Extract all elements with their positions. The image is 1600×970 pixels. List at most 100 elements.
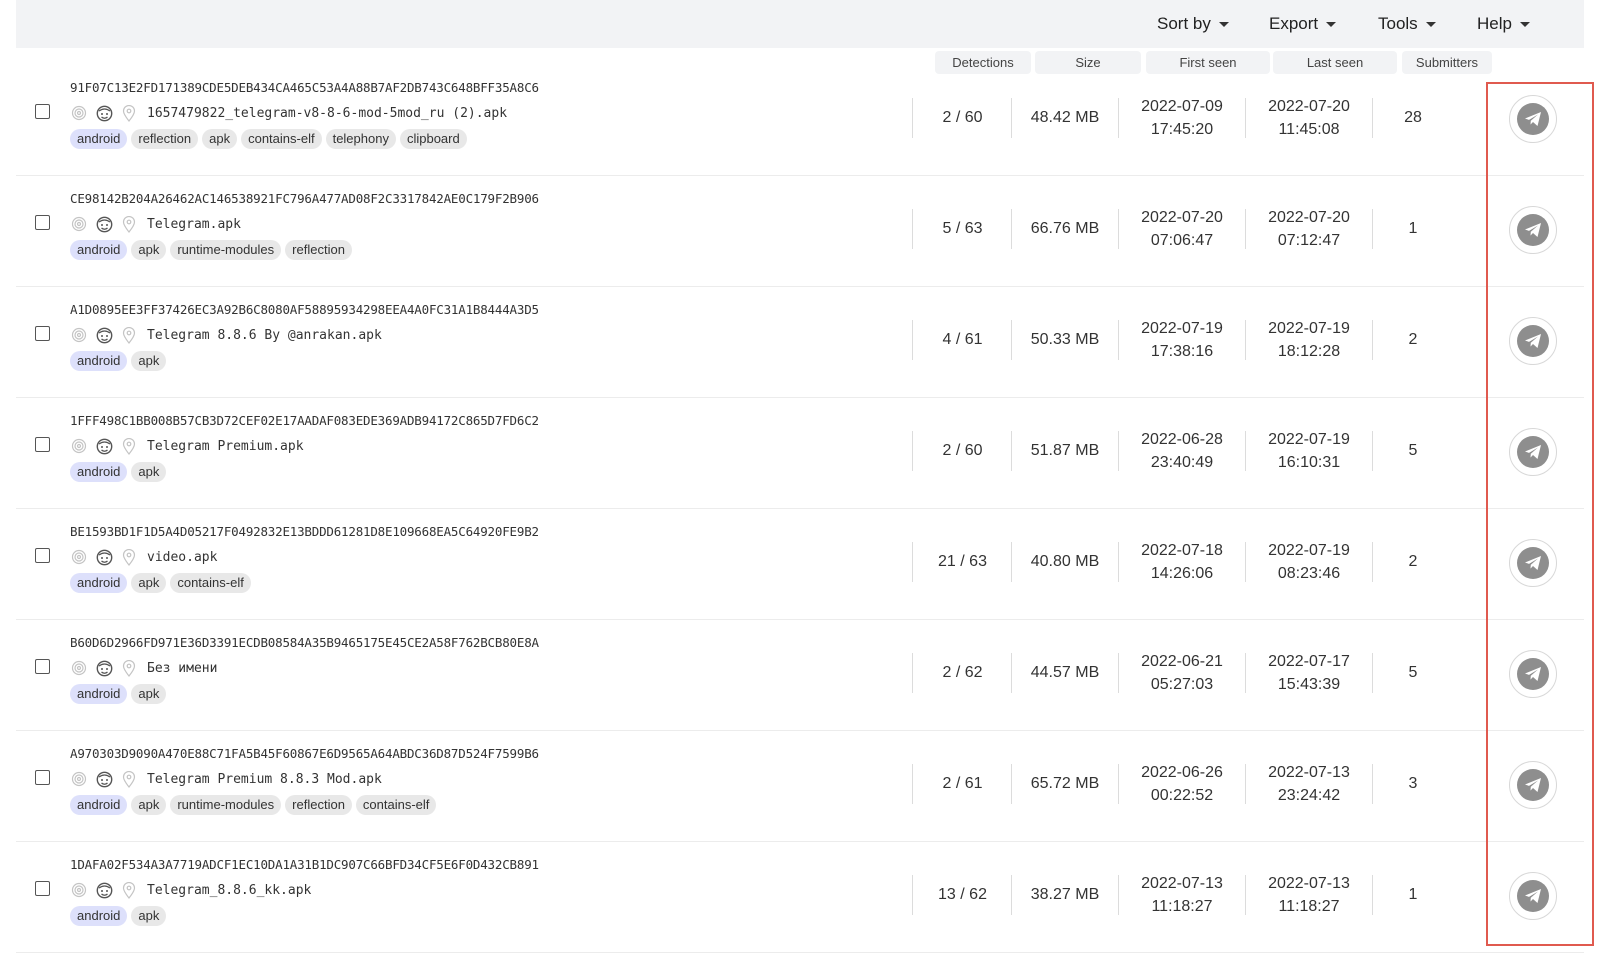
tag-badge[interactable]: runtime-modules [170, 795, 282, 815]
tag-badge[interactable]: reflection [131, 129, 199, 149]
export-menu-button[interactable]: Export [1269, 12, 1337, 36]
tag-badge[interactable]: apk [131, 684, 167, 704]
submitters-count: 1 [1408, 886, 1418, 903]
caret-down-icon [1519, 21, 1530, 27]
telegram-action-button[interactable] [1509, 761, 1557, 809]
row-checkbox[interactable] [35, 215, 50, 230]
submitters-count: 28 [1404, 109, 1422, 126]
tag-badge[interactable]: telephony [325, 129, 396, 149]
table-row[interactable]: A970303D9090A470E88C71FA5B45F60867E6D956… [16, 728, 1584, 842]
face-icon [95, 104, 113, 122]
row-checkbox[interactable] [35, 659, 50, 674]
telegram-action-button[interactable] [1509, 428, 1557, 476]
help-label: Help [1477, 14, 1512, 33]
sort-by-menu-button[interactable]: Sort by [1157, 12, 1229, 36]
tag-badge[interactable]: android [70, 684, 128, 704]
file-name: Telegram 8.8.6 By @anrakan.apk [147, 327, 382, 343]
detections-ratio[interactable]: 2 / 60 [913, 395, 1012, 507]
tag-badge[interactable]: apk [131, 573, 167, 593]
last-seen-time: 18:12:28 [1277, 343, 1341, 360]
file-hash-link[interactable]: 1FFF498C1BB008B57CB3D72CEF02E17AADAF083E… [70, 413, 539, 428]
tag-badge[interactable]: android [70, 462, 128, 482]
telegram-action-button[interactable] [1509, 317, 1557, 365]
detections-ratio[interactable]: 2 / 60 [913, 62, 1012, 174]
file-hash-link[interactable]: 1DAFA02F534A3A7719ADCF1EC10DA1A31B1DC907… [70, 857, 539, 872]
detections-ratio[interactable]: 5 / 63 [913, 173, 1012, 285]
tag-badge[interactable]: reflection [285, 240, 352, 260]
first-seen-date: 2022-06-21 [1141, 653, 1223, 670]
tag-badge[interactable]: apk [131, 462, 167, 482]
table-row[interactable]: 1FFF498C1BB008B57CB3D72CEF02E17AADAF083E… [16, 395, 1584, 509]
tag-badge[interactable]: contains-elf [170, 573, 251, 593]
first-seen-date: 2022-06-26 [1141, 764, 1223, 781]
detections-ratio[interactable]: 4 / 61 [913, 284, 1012, 396]
file-hash-link[interactable]: BE1593BD1F1D5A4D05217F0492832E13BDDD6128… [70, 524, 539, 539]
file-hash-link[interactable]: CE98142B204A26462AC146538921FC796A477AD0… [70, 191, 539, 206]
tag-list: android apk [70, 351, 170, 371]
row-checkbox[interactable] [35, 104, 50, 119]
telegram-action-button[interactable] [1509, 872, 1557, 920]
telegram-action-button[interactable] [1509, 650, 1557, 698]
last-seen-date: 2022-07-19 [1268, 431, 1350, 448]
help-menu-button[interactable]: Help [1477, 12, 1530, 36]
tag-badge[interactable]: android [70, 573, 128, 593]
detections-ratio[interactable]: 2 / 62 [913, 617, 1012, 729]
tag-badge[interactable]: android [70, 795, 128, 815]
tag-badge[interactable]: android [70, 351, 128, 371]
tag-badge[interactable]: runtime-modules [170, 240, 282, 260]
telegram-send-icon [1517, 325, 1549, 357]
table-row[interactable]: 91F07C13E2FD171389CDE5DEB434CA465C53A4A8… [16, 62, 1584, 176]
tag-badge[interactable]: apk [131, 795, 167, 815]
file-name: Без имени [147, 660, 218, 676]
last-seen-time: 11:18:27 [1278, 898, 1340, 915]
telegram-action-button[interactable] [1509, 539, 1557, 587]
row-checkbox[interactable] [35, 770, 50, 785]
submitters-count: 2 [1408, 331, 1418, 348]
tag-badge[interactable]: reflection [285, 795, 352, 815]
submitters-count: 1 [1408, 220, 1418, 237]
tag-badge[interactable]: apk [202, 129, 238, 149]
telegram-action-button[interactable] [1509, 206, 1557, 254]
tag-badge[interactable]: android [70, 240, 128, 260]
tools-menu-button[interactable]: Tools [1378, 12, 1436, 36]
file-size: 51.87 MB [1030, 442, 1100, 459]
tag-list: android apk [70, 684, 170, 704]
tag-list: android apk [70, 906, 170, 926]
row-checkbox[interactable] [35, 548, 50, 563]
file-name: Telegram Premium.apk [147, 438, 304, 454]
file-hash-link[interactable]: A1D0895EE3FF37426EC3A92B6C8080AF58895934… [70, 302, 539, 317]
row-checkbox[interactable] [35, 326, 50, 341]
caret-down-icon [1218, 21, 1229, 27]
tag-badge[interactable]: contains-elf [355, 795, 437, 815]
file-hash-link[interactable]: A970303D9090A470E88C71FA5B45F60867E6D956… [70, 746, 539, 761]
row-checkbox[interactable] [35, 881, 50, 896]
submitters-count: 5 [1408, 664, 1418, 681]
first-seen-time: 14:26:06 [1150, 565, 1214, 582]
tag-badge[interactable]: android [70, 906, 128, 926]
detections-ratio[interactable]: 2 / 61 [913, 728, 1012, 840]
table-row[interactable]: CE98142B204A26462AC146538921FC796A477AD0… [16, 173, 1584, 287]
telegram-send-icon [1517, 436, 1549, 468]
tag-badge[interactable]: clipboard [399, 129, 467, 149]
last-seen: 2022-07-19 18:12:28 [1246, 284, 1372, 396]
file-hash-link[interactable]: B60D6D2966FD971E36D3391ECDB08584A35B9465… [70, 635, 539, 650]
file-hash-link[interactable]: 91F07C13E2FD171389CDE5DEB434CA465C53A4A8… [70, 80, 539, 95]
tag-badge[interactable]: android [70, 129, 128, 149]
table-row[interactable]: B60D6D2966FD971E36D3391ECDB08584A35B9465… [16, 617, 1584, 731]
tag-badge[interactable]: contains-elf [241, 129, 322, 149]
table-row[interactable]: BE1593BD1F1D5A4D05217F0492832E13BDDD6128… [16, 506, 1584, 620]
first-seen: 2022-06-26 00:22:52 [1119, 728, 1245, 840]
detections-ratio[interactable]: 13 / 62 [913, 839, 1012, 951]
location-pin-icon [120, 548, 138, 566]
tag-badge[interactable]: apk [131, 906, 167, 926]
tag-list: android apk runtime-modules reflection [70, 240, 356, 260]
table-row[interactable]: A1D0895EE3FF37426EC3A92B6C8080AF58895934… [16, 284, 1584, 398]
tag-badge[interactable]: apk [131, 351, 167, 371]
row-checkbox[interactable] [35, 437, 50, 452]
face-icon [95, 659, 113, 677]
tag-badge[interactable]: apk [131, 240, 167, 260]
telegram-action-button[interactable] [1509, 95, 1557, 143]
detections-ratio[interactable]: 21 / 63 [913, 506, 1012, 618]
table-row[interactable]: 1DAFA02F534A3A7719ADCF1EC10DA1A31B1DC907… [16, 839, 1584, 953]
file-meta: Telegram.apk [70, 214, 241, 234]
